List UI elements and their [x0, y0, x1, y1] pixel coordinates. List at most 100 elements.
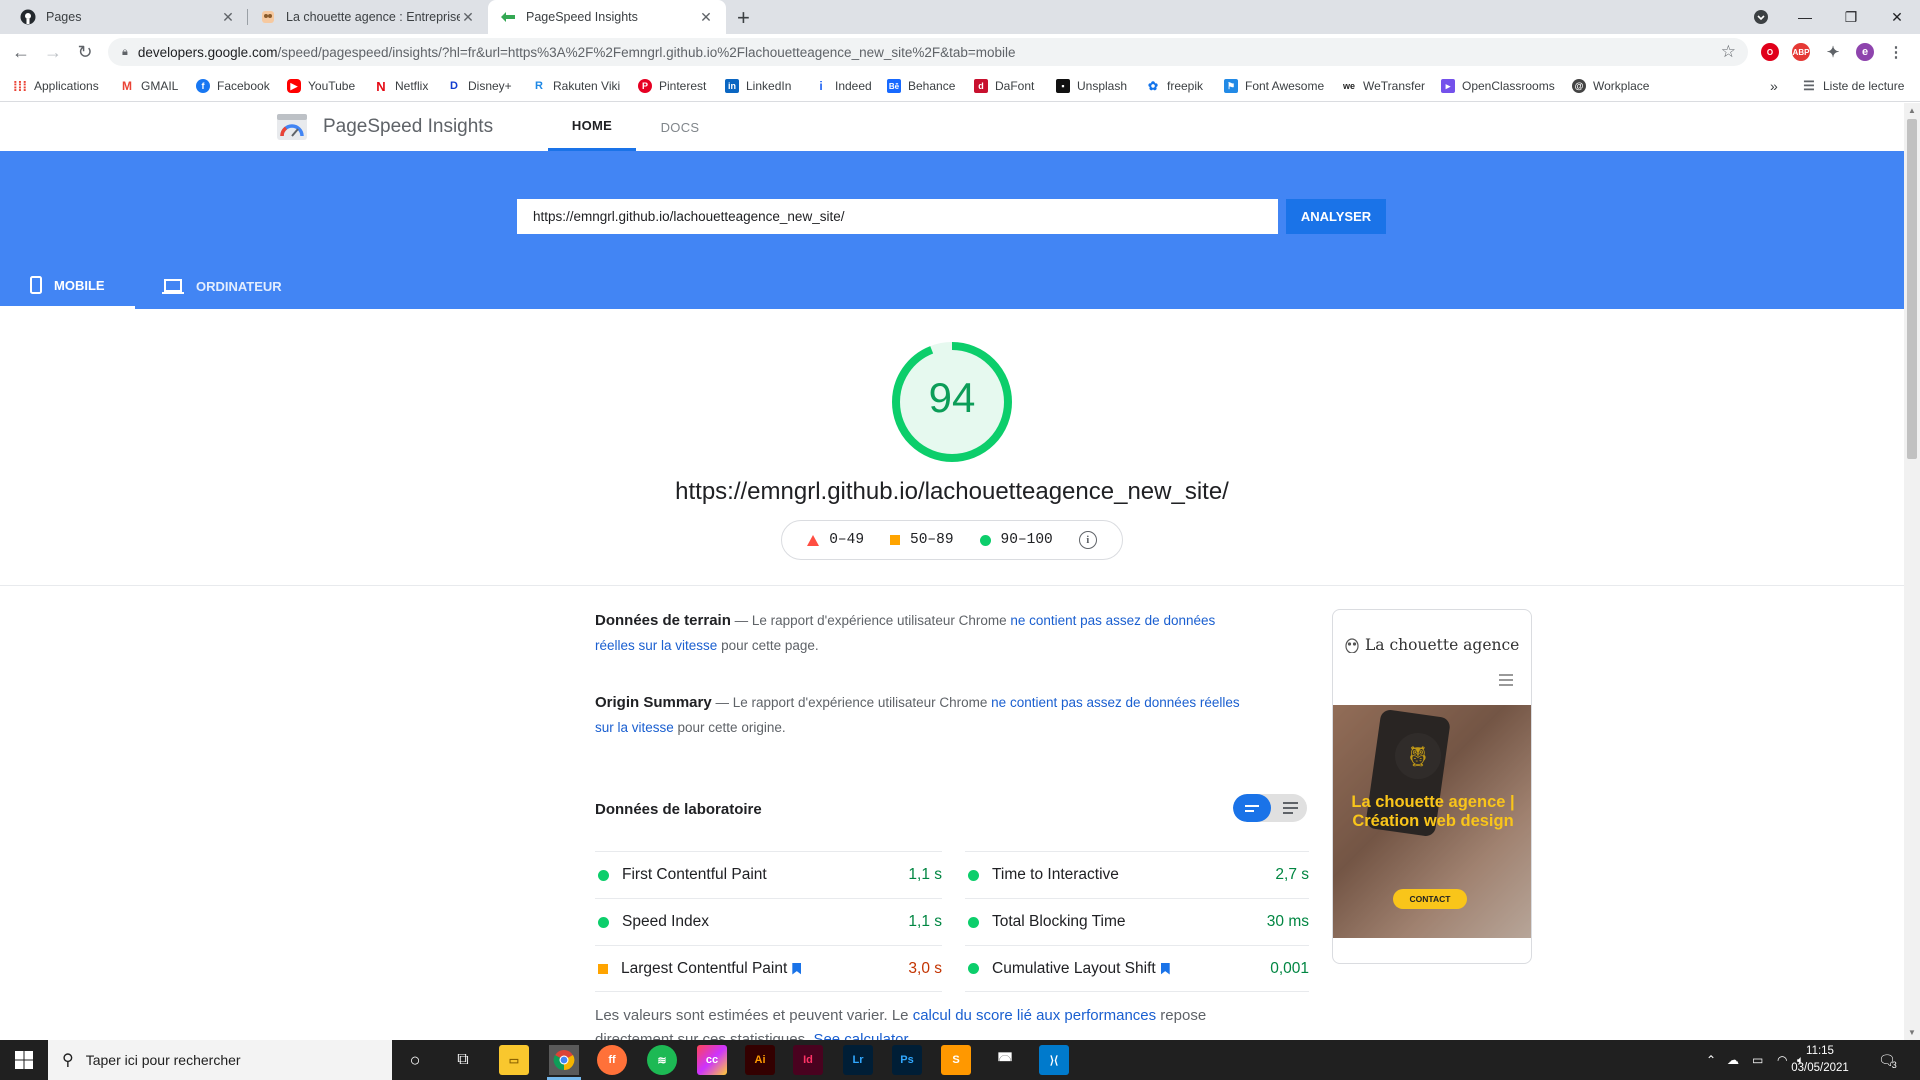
indesign-icon[interactable]: Id [793, 1045, 823, 1075]
close-icon[interactable]: ✕ [220, 9, 236, 26]
bookmarks-more-button[interactable]: » [1770, 70, 1778, 102]
analyse-button[interactable]: ANALYSER [1286, 199, 1386, 234]
score-calculation-link[interactable]: calcul du score lié aux performances [913, 1007, 1156, 1024]
bookmark-gmail[interactable]: M GMAIL [120, 70, 178, 102]
tab-desktop[interactable]: ORDINATEUR [162, 264, 282, 309]
tab-title: Pages [46, 10, 82, 24]
nav-docs-tab[interactable]: DOCS [640, 103, 720, 151]
field-data-text: — Le rapport d'expérience utilisateur Ch… [730, 613, 1011, 628]
metrics-view-toggle[interactable] [1233, 794, 1307, 822]
close-icon[interactable]: ✕ [460, 9, 476, 26]
legend-pass: 90–100 [979, 532, 1053, 548]
metric-tti: Time to Interactive 2,7 s [965, 851, 1309, 898]
onedrive-icon[interactable]: ☁ [1727, 1040, 1739, 1080]
bookmark-unsplash[interactable]: ▪ Unsplash [1056, 70, 1127, 102]
bookmark-linkedin[interactable]: in LinkedIn [725, 70, 791, 102]
chrome-icon[interactable] [549, 1045, 579, 1075]
page-scrollbar[interactable]: ▲ ▼ [1904, 103, 1920, 1040]
task-view-icon[interactable]: ⧉ [448, 1045, 478, 1075]
sublime-text-icon[interactable]: S [941, 1045, 971, 1075]
info-icon[interactable]: i [1078, 531, 1097, 549]
show-hidden-icons-chevron-icon[interactable]: ⌃ [1706, 1040, 1716, 1080]
tab-pagespeed[interactable]: PageSpeed Insights ✕ [488, 0, 726, 34]
bookmark-freepik[interactable]: ✿ freepik [1146, 70, 1203, 102]
metric-value: 2,7 s [1275, 866, 1309, 883]
taskbar-search[interactable]: ⚲ Taper ici pour rechercher [48, 1040, 392, 1080]
bookmark-behance[interactable]: Bē Behance [887, 70, 955, 102]
psi-header: PageSpeed Insights HOME DOCS [0, 103, 1904, 151]
new-tab-button[interactable]: + [737, 5, 750, 31]
bookmark-openclassrooms[interactable]: ▸ OpenClassrooms [1441, 70, 1555, 102]
scrollbar-thumb[interactable] [1907, 119, 1917, 459]
lock-icon[interactable]: 🔒︎ [122, 46, 128, 59]
close-icon[interactable]: ✕ [698, 9, 714, 26]
file-explorer-icon[interactable]: ▭ [499, 1045, 529, 1075]
field-data-title: Données de terrain [595, 612, 731, 629]
vscode-icon[interactable]: ⟩⟨ [1039, 1045, 1069, 1075]
menu-icon[interactable]: ⋮ [1887, 43, 1905, 61]
bookmark-facebook[interactable]: f Facebook [196, 70, 270, 102]
expanded-view-icon[interactable] [1273, 794, 1307, 822]
tab-chouette[interactable]: La chouette agence : Entreprise w ✕ [248, 0, 488, 34]
url-input[interactable] [517, 199, 1278, 234]
taskbar-clock[interactable]: 11:15 03/05/2021 [1785, 1043, 1855, 1077]
cortana-icon[interactable]: ○ [400, 1045, 430, 1075]
score-legend: 0–49 50–89 90–100 i [781, 520, 1123, 560]
bookmark-applications[interactable]: ⁞⁞⁞ Applications [13, 70, 99, 102]
close-window-button[interactable]: ✕ [1874, 0, 1920, 34]
bookmark-fontawesome[interactable]: ⚑ Font Awesome [1224, 70, 1324, 102]
bookmark-indeed[interactable]: i Indeed [814, 70, 871, 102]
metric-value: 30 ms [1266, 913, 1309, 930]
tab-search-icon[interactable] [1738, 0, 1784, 34]
netflix-icon: N [376, 78, 386, 94]
notifications-icon[interactable]: 🗨︎ 3 [1878, 1040, 1897, 1080]
adblock-extension-icon[interactable]: ABP [1792, 43, 1810, 61]
illustrator-icon[interactable]: Ai [745, 1045, 775, 1075]
bookmark-label: Font Awesome [1245, 79, 1325, 93]
nav-home-tab[interactable]: HOME [548, 103, 636, 151]
reload-button[interactable]: ↻ [72, 39, 98, 65]
bookmark-dafont[interactable]: d DaFont [974, 70, 1034, 102]
bookmark-pinterest[interactable]: P Pinterest [638, 70, 706, 102]
address-bar[interactable]: 🔒︎ developers.google.com/speed/pagespeed… [108, 38, 1748, 66]
opera-extension-icon[interactable]: O [1761, 43, 1779, 61]
forward-button[interactable]: → [40, 39, 66, 65]
behance-icon: Bē [887, 79, 901, 93]
bookmark-netflix[interactable]: N Netflix [374, 70, 428, 102]
fontawesome-icon: ⚑ [1224, 79, 1238, 93]
photoshop-icon[interactable]: Ps [892, 1045, 922, 1075]
bookmark-rakuten[interactable]: R Rakuten Viki [532, 70, 620, 102]
divider [0, 585, 1904, 586]
pagespeed-logo[interactable] [277, 114, 307, 140]
tab-mobile[interactable]: MOBILE [0, 264, 135, 309]
bookmark-star-icon[interactable]: ☆ [1721, 42, 1736, 62]
scroll-up-arrow-icon[interactable]: ▲ [1908, 106, 1916, 115]
scroll-down-arrow-icon[interactable]: ▼ [1908, 1028, 1916, 1037]
bookmark-wetransfer[interactable]: we WeTransfer [1342, 70, 1425, 102]
extensions-icon[interactable]: ✦ [1824, 43, 1842, 61]
origin-summary-text-end: pour cette origine. [673, 720, 786, 735]
status-good-icon [968, 869, 979, 881]
restore-button[interactable]: ❐ [1828, 0, 1874, 34]
reading-list-button[interactable]: ☰ Liste de lecture [1802, 70, 1904, 102]
bookmark-workplace[interactable]: @ Workplace [1572, 70, 1649, 102]
bookmark-disney[interactable]: D Disney+ [447, 70, 512, 102]
battery-icon[interactable]: ▭ [1752, 1040, 1763, 1080]
workplace-icon: @ [1572, 79, 1586, 93]
windows-start-icon[interactable] [0, 1040, 48, 1080]
lightroom-icon[interactable]: Lr [843, 1045, 873, 1075]
creative-cloud-icon[interactable]: cc [697, 1045, 727, 1075]
vr-headset-icon[interactable]: ◚ [990, 1045, 1020, 1075]
firefox-icon[interactable]: ff [597, 1045, 627, 1075]
bookmark-youtube[interactable]: ▶ YouTube [287, 70, 355, 102]
back-button[interactable]: ← [8, 39, 34, 65]
metric-value: 3,0 s [908, 959, 942, 977]
rakuten-icon: R [535, 80, 543, 92]
profile-avatar[interactable]: e [1856, 43, 1874, 61]
tab-pages[interactable]: Pages ✕ [8, 0, 248, 34]
metric-lcp: Largest Contentful Paint 3,0 s [595, 945, 942, 992]
spotify-icon[interactable]: ≋ [647, 1045, 677, 1075]
compact-view-icon[interactable] [1233, 794, 1271, 822]
minimize-button[interactable]: — [1782, 0, 1828, 34]
bookmark-label: Disney+ [468, 79, 512, 93]
